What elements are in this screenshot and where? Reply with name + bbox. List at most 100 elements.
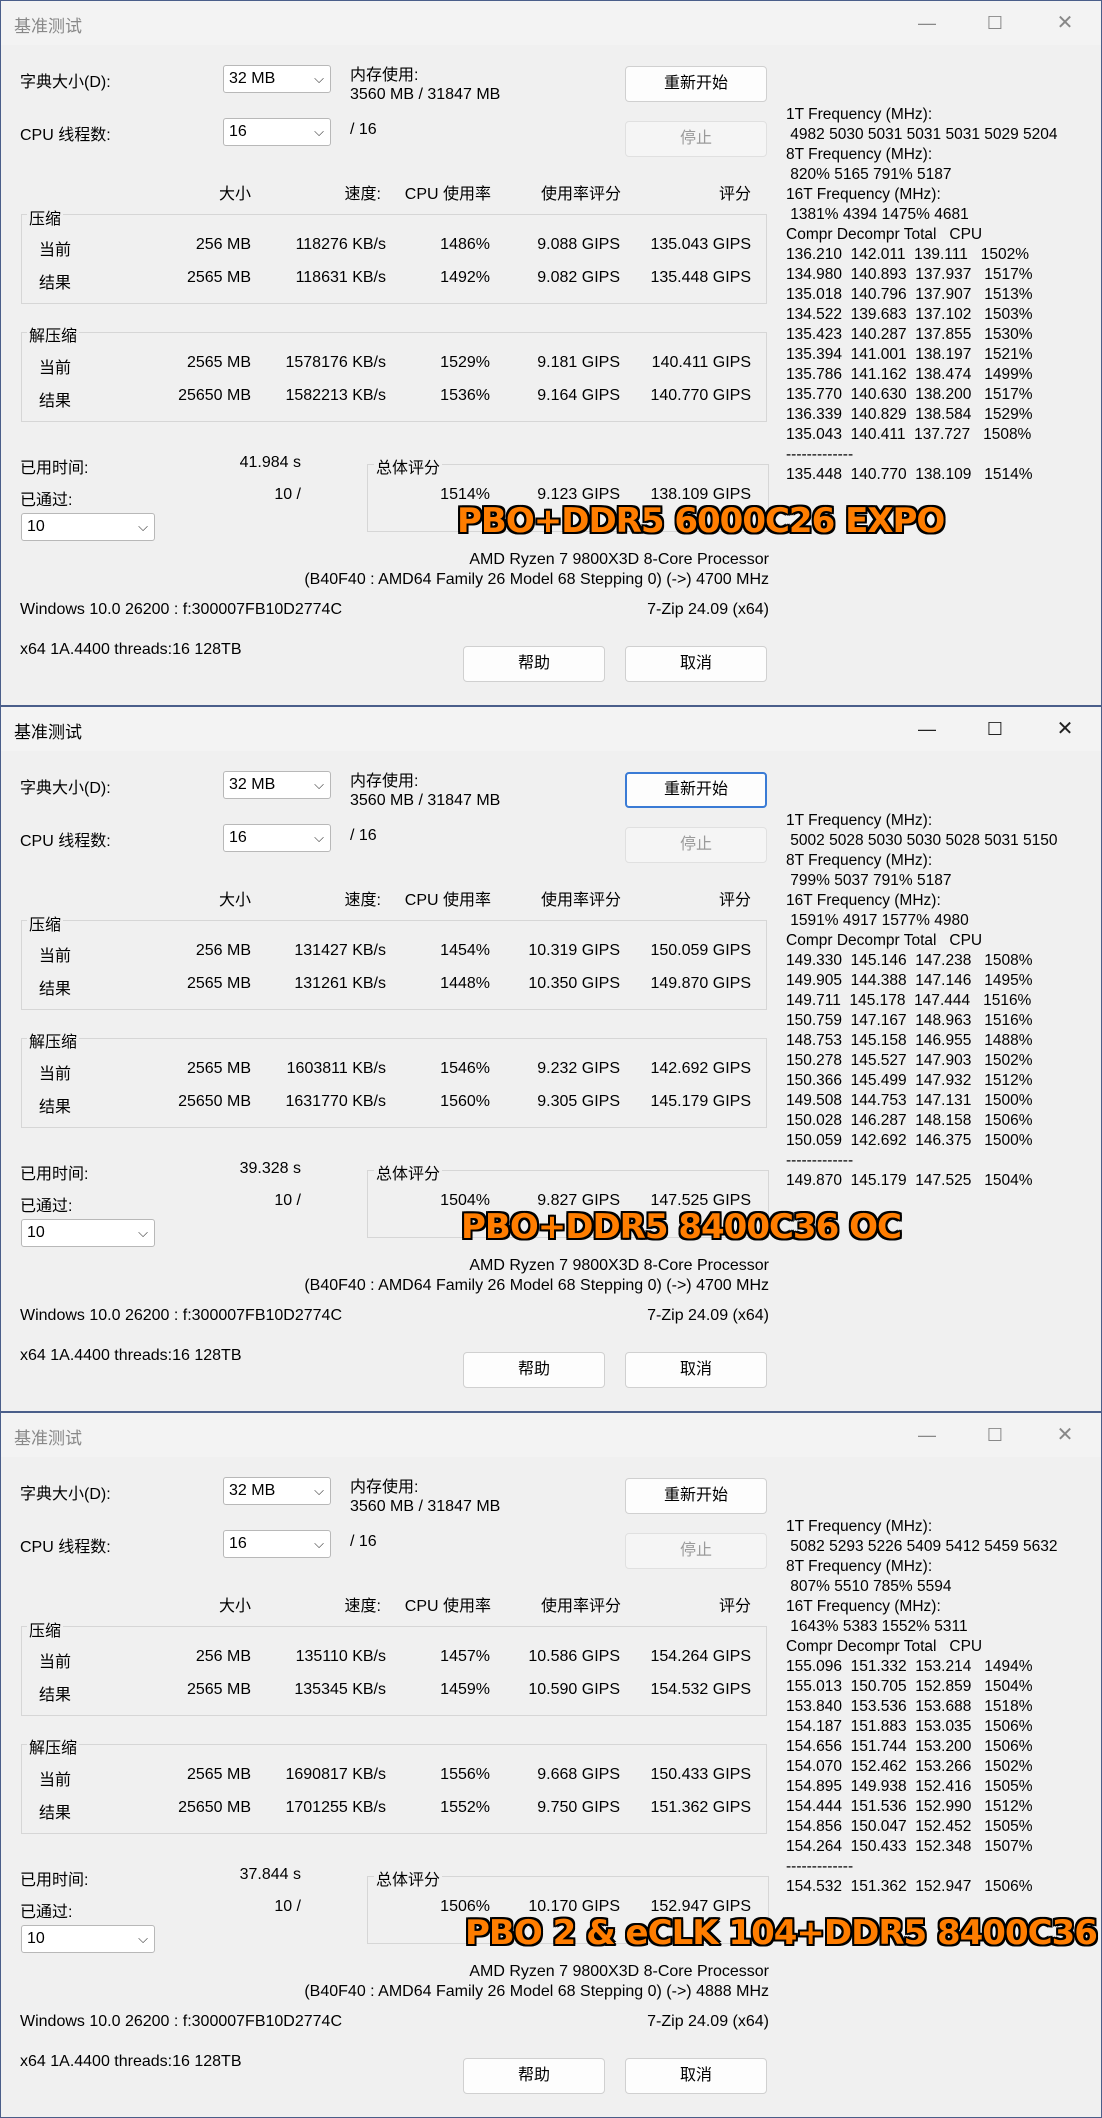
cpu-threads-label: CPU 线程数: <box>20 833 111 850</box>
decompress-title: 解压缩 <box>27 1028 80 1052</box>
results-line: 150.059 142.692 146.375 1500% <box>786 1132 1033 1149</box>
chevron-down-icon: ⌵ <box>314 777 324 792</box>
memory-usage-label: 内存使用: <box>350 1479 419 1496</box>
row-size: 2565 MB <box>186 354 251 371</box>
title-bar[interactable]: 基准测试 — ☐ ✕ <box>1 1413 1101 1457</box>
cpu-threads-select[interactable]: 16 ⌵ <box>223 118 331 146</box>
row-cpu: 1459% <box>440 1681 490 1698</box>
row-rating: 135.448 GIPS <box>650 269 751 286</box>
cpu-threads-value: 16 <box>229 123 247 140</box>
help-button[interactable]: 帮助 <box>463 1352 605 1388</box>
header-cpu-usage: CPU 使用率 <box>404 892 491 909</box>
row-rating: 150.059 GIPS <box>650 942 751 959</box>
cpu-name: AMD Ryzen 7 9800X3D 8-Core Processor <box>469 1257 769 1274</box>
row-rating-usage: 10.319 GIPS <box>528 942 620 959</box>
row-speed: 135110 KB/s <box>295 1648 386 1665</box>
dict-size-value: 32 MB <box>229 70 276 87</box>
row-speed: 131427 KB/s <box>294 942 386 959</box>
row-rating-usage: 9.181 GIPS <box>537 354 620 371</box>
results-line: 155.096 151.332 153.214 1494% <box>786 1658 1033 1675</box>
decompress-group <box>21 332 767 422</box>
row-speed: 1578176 KB/s <box>285 354 386 371</box>
restart-button[interactable]: 重新开始 <box>625 772 767 808</box>
zip-version: 7-Zip 24.09 (x64) <box>647 2013 769 2030</box>
compress-group <box>21 1626 767 1716</box>
row-label: 当前 <box>39 1772 72 1789</box>
help-button[interactable]: 帮助 <box>463 646 605 682</box>
results-line: 149.330 145.146 147.238 1508% <box>786 952 1033 969</box>
maximize-icon[interactable]: ☐ <box>965 711 1025 747</box>
dict-size-select[interactable]: 32 MB ⌵ <box>223 1477 331 1505</box>
header-size: 大小 <box>218 186 251 203</box>
chevron-down-icon: ⌵ <box>138 1225 148 1240</box>
cancel-button[interactable]: 取消 <box>625 646 767 682</box>
frequency-results-panel: 1T Frequency (MHz): 5082 5293 5226 5409 … <box>786 1477 1058 1937</box>
maximize-icon[interactable]: ☐ <box>965 1417 1025 1453</box>
os-info: Windows 10.0 26200 : f:300007FB10D2774C <box>20 2013 342 2030</box>
row-rating: 151.362 GIPS <box>650 1799 751 1816</box>
cancel-button[interactable]: 取消 <box>625 1352 767 1388</box>
header-cpu-usage: CPU 使用率 <box>404 186 491 203</box>
row-rating: 154.532 GIPS <box>650 1681 751 1698</box>
row-speed: 1631770 KB/s <box>285 1093 386 1110</box>
stop-button[interactable]: 停止 <box>625 121 767 157</box>
title-bar[interactable]: 基准测试 — ☐ ✕ <box>1 707 1101 751</box>
cpu-threads-value: 16 <box>229 1535 247 1552</box>
minimize-icon[interactable]: — <box>897 5 957 41</box>
close-icon[interactable]: ✕ <box>1035 5 1095 41</box>
restart-button[interactable]: 重新开始 <box>625 66 767 102</box>
results-line: ------------- <box>786 1152 854 1169</box>
row-speed: 118631 KB/s <box>295 269 386 286</box>
passed-value: 10 / <box>274 486 301 503</box>
cpu-name: AMD Ryzen 7 9800X3D 8-Core Processor <box>469 551 769 568</box>
row-label: 当前 <box>39 242 72 259</box>
cpu-threads-select[interactable]: 16 ⌵ <box>223 824 331 852</box>
passes-select[interactable]: 10 ⌵ <box>21 1219 155 1247</box>
overlay-caption: PBO+DDR5 6000C26 EXPO <box>456 500 946 542</box>
row-rating: 135.043 GIPS <box>650 236 751 253</box>
cpu-name: AMD Ryzen 7 9800X3D 8-Core Processor <box>469 1963 769 1980</box>
row-label: 结果 <box>39 1687 72 1704</box>
close-icon[interactable]: ✕ <box>1035 1417 1095 1453</box>
cpu-detail: (B40F40 : AMD64 Family 26 Model 68 Stepp… <box>304 571 769 588</box>
close-icon[interactable]: ✕ <box>1035 711 1095 747</box>
dict-size-select[interactable]: 32 MB ⌵ <box>223 771 331 799</box>
row-size: 2565 MB <box>186 269 251 286</box>
cancel-button[interactable]: 取消 <box>625 2058 767 2094</box>
restart-button[interactable]: 重新开始 <box>625 1478 767 1514</box>
results-line: 154.070 152.462 153.266 1502% <box>786 1758 1033 1775</box>
row-size: 25650 MB <box>178 1799 251 1816</box>
dict-size-value: 32 MB <box>229 776 276 793</box>
memory-usage-label: 内存使用: <box>350 773 419 790</box>
help-button[interactable]: 帮助 <box>463 2058 605 2094</box>
chevron-down-icon: ⌵ <box>314 124 324 139</box>
stop-button[interactable]: 停止 <box>625 1533 767 1569</box>
passes-select[interactable]: 10 ⌵ <box>21 1925 155 1953</box>
elapsed-value: 39.328 s <box>239 1160 301 1177</box>
frequency-results-panel: 1T Frequency (MHz): 5002 5028 5030 5030 … <box>786 771 1058 1231</box>
dict-size-select[interactable]: 32 MB ⌵ <box>223 65 331 93</box>
results-line: 149.711 145.178 147.444 1516% <box>786 992 1032 1009</box>
results-line: 150.759 147.167 148.963 1516% <box>786 1012 1033 1029</box>
title-bar[interactable]: 基准测试 — ☐ ✕ <box>1 1 1101 45</box>
results-line: 135.018 140.796 137.907 1513% <box>786 286 1033 303</box>
passed-value: 10 / <box>274 1192 301 1209</box>
row-label: 结果 <box>39 1805 72 1822</box>
results-line: 154.895 149.938 152.416 1505% <box>786 1778 1033 1795</box>
passes-select[interactable]: 10 ⌵ <box>21 513 155 541</box>
minimize-icon[interactable]: — <box>897 1417 957 1453</box>
results-line: 154.264 150.433 152.348 1507% <box>786 1838 1033 1855</box>
passes-value: 10 <box>27 1930 45 1947</box>
results-line: 8T Frequency (MHz): <box>786 146 933 163</box>
stop-button[interactable]: 停止 <box>625 827 767 863</box>
results-line: 8T Frequency (MHz): <box>786 1558 933 1575</box>
cpu-detail: (B40F40 : AMD64 Family 26 Model 68 Stepp… <box>304 1983 769 2000</box>
row-rating: 154.264 GIPS <box>650 1648 751 1665</box>
results-line: 134.980 140.893 137.937 1517% <box>786 266 1033 283</box>
row-rating-usage: 9.232 GIPS <box>537 1060 620 1077</box>
results-line: 136.339 140.829 138.584 1529% <box>786 406 1033 423</box>
cpu-threads-select[interactable]: 16 ⌵ <box>223 1530 331 1558</box>
minimize-icon[interactable]: — <box>897 711 957 747</box>
maximize-icon[interactable]: ☐ <box>965 5 1025 41</box>
row-label: 当前 <box>39 948 72 965</box>
